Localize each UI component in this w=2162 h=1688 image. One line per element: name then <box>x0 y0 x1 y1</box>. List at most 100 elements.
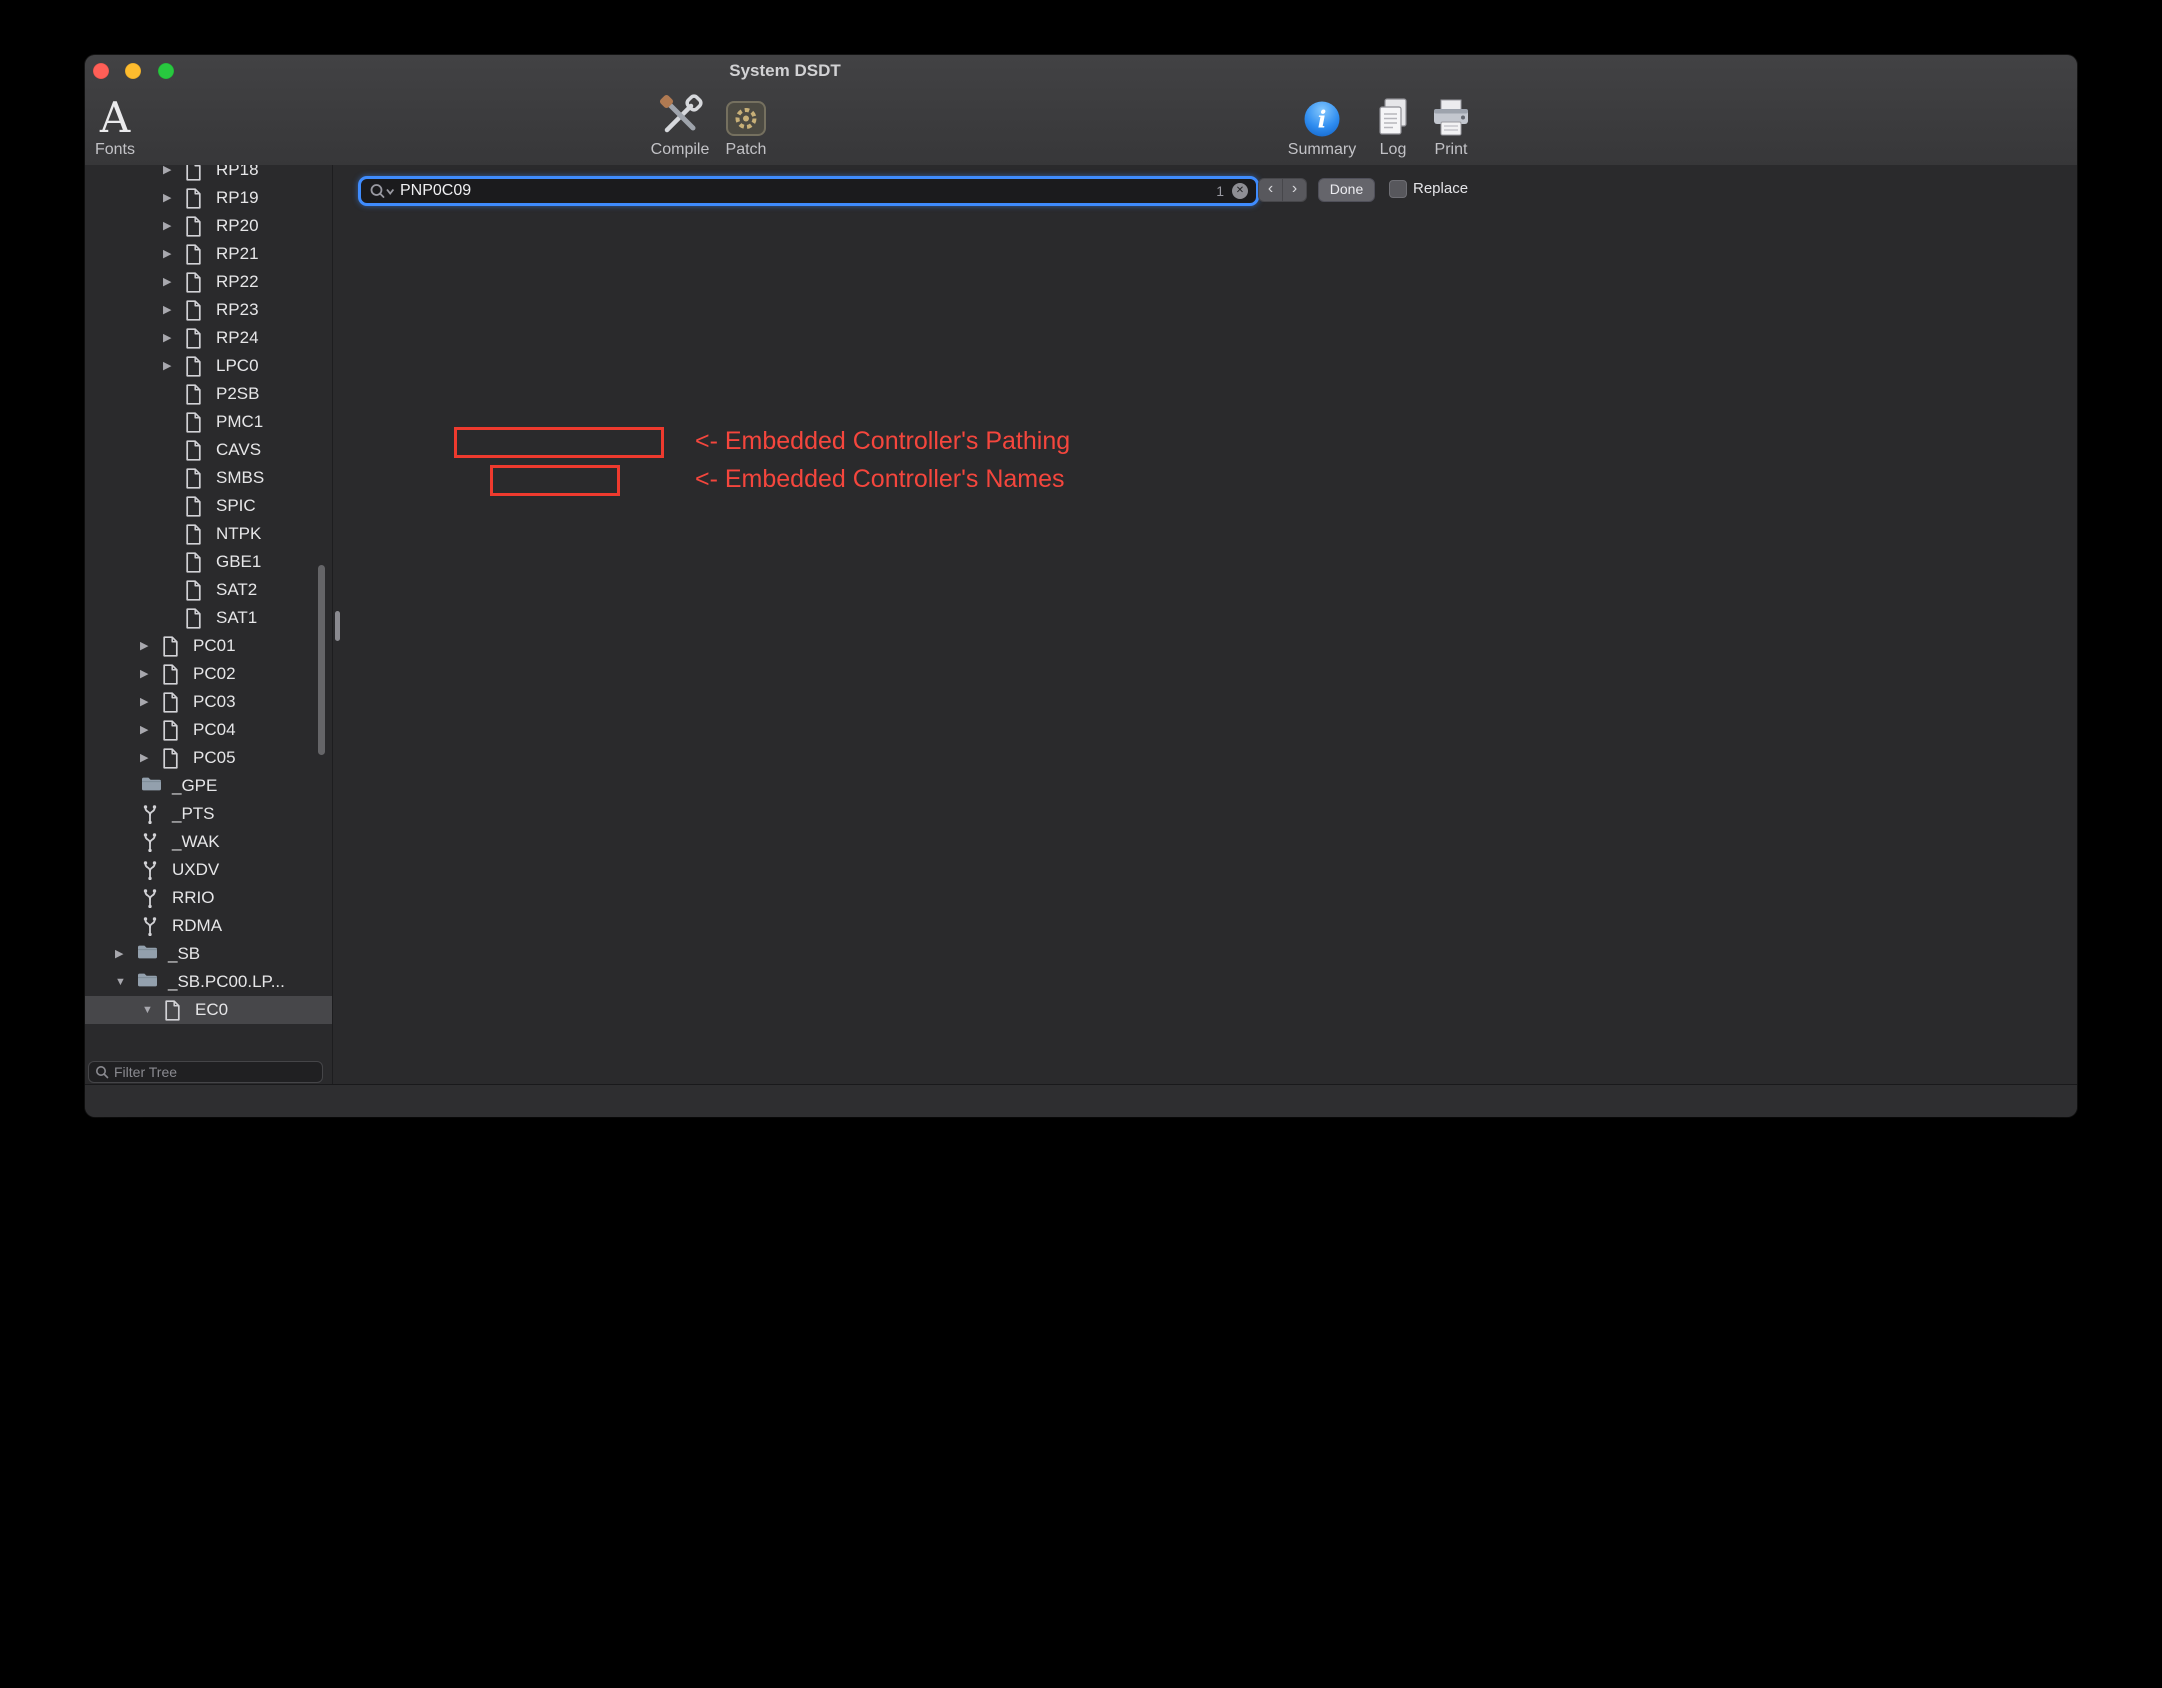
patch-button[interactable]: Patch <box>708 90 784 159</box>
app-window: System DSDT A Fonts Compile Patch i Summary Lo… <box>85 55 2077 1117</box>
method-icon <box>141 804 159 825</box>
sidebar-item-_gpe[interactable]: _GPE <box>85 772 332 800</box>
expand-triangle-icon[interactable]: ▶ <box>140 716 148 744</box>
sidebar-item-label: SAT2 <box>216 580 258 599</box>
expand-triangle-icon[interactable]: ▶ <box>115 940 123 968</box>
split-view-handle[interactable] <box>335 611 340 641</box>
sidebar-item-smbs[interactable]: SMBS <box>85 464 332 492</box>
sidebar-item-rp20[interactable]: ▶ RP20 <box>85 212 332 240</box>
expand-triangle-icon[interactable]: ▶ <box>163 268 171 296</box>
toolbar: A Fonts Compile Patch i Summary Log Print <box>85 88 2077 165</box>
expand-triangle-icon[interactable]: ▶ <box>163 324 171 352</box>
expand-triangle-icon[interactable]: ▶ <box>163 212 171 240</box>
sidebar-item-_wak[interactable]: _WAK <box>85 828 332 856</box>
sidebar-item-rp24[interactable]: ▶ RP24 <box>85 324 332 352</box>
summary-button[interactable]: i Summary <box>1284 90 1360 159</box>
compile-icon <box>642 90 718 140</box>
sidebar-item-cavs[interactable]: CAVS <box>85 436 332 464</box>
collapse-triangle-icon[interactable]: ▼ <box>115 968 126 996</box>
expand-triangle-icon[interactable]: ▶ <box>140 744 148 772</box>
sidebar-item-gbe1[interactable]: GBE1 <box>85 548 332 576</box>
code-editor[interactable]: <- Embedded Controller's Pathing <- Embe… <box>333 165 2077 1085</box>
doc-icon <box>185 300 202 321</box>
replace-checkbox[interactable] <box>1389 180 1407 198</box>
doc-icon <box>185 580 202 601</box>
sidebar-item-rrio[interactable]: RRIO <box>85 884 332 912</box>
doc-icon <box>185 440 202 461</box>
expand-triangle-icon[interactable]: ▶ <box>163 296 171 324</box>
sidebar-item-spic[interactable]: SPIC <box>85 492 332 520</box>
sidebar-item-rp21[interactable]: ▶ RP21 <box>85 240 332 268</box>
sidebar-item-sat1[interactable]: SAT1 <box>85 604 332 632</box>
close-button[interactable] <box>93 63 109 79</box>
annotation-box-scope <box>454 427 664 458</box>
sidebar-item-pc03[interactable]: ▶ PC03 <box>85 688 332 716</box>
expand-triangle-icon[interactable]: ▶ <box>140 660 148 688</box>
sidebar-item-label: EC0 <box>195 1000 229 1019</box>
sidebar-item-pc01[interactable]: ▶ PC01 <box>85 632 332 660</box>
sidebar-item-pc02[interactable]: ▶ PC02 <box>85 660 332 688</box>
find-next-button[interactable]: › <box>1283 178 1307 202</box>
sidebar-item-uxdv[interactable]: UXDV <box>85 856 332 884</box>
sidebar-item-_sb-pc00-lp-[interactable]: ▼ _SB.PC00.LP... <box>85 968 332 996</box>
sidebar-item-label: RRIO <box>172 888 215 907</box>
expand-triangle-icon[interactable]: ▶ <box>163 165 171 184</box>
window-title: System DSDT <box>729 61 841 80</box>
sidebar-item-rp19[interactable]: ▶ RP19 <box>85 184 332 212</box>
sidebar-item-rp18[interactable]: ▶ RP18 <box>85 165 332 184</box>
sidebar-item-_pts[interactable]: _PTS <box>85 800 332 828</box>
code-area[interactable] <box>333 165 2077 1085</box>
doc-icon <box>185 328 202 349</box>
expand-triangle-icon[interactable]: ▶ <box>140 688 148 716</box>
expand-triangle-icon[interactable]: ▶ <box>140 632 148 660</box>
sidebar-item-ntpk[interactable]: NTPK <box>85 520 332 548</box>
expand-triangle-icon[interactable]: ▶ <box>163 352 171 380</box>
sidebar-item-label: RDMA <box>172 916 223 935</box>
traffic-lights <box>93 63 186 79</box>
search-icon[interactable] <box>369 183 395 199</box>
sidebar-item-rp22[interactable]: ▶ RP22 <box>85 268 332 296</box>
search-field[interactable]: PNP0C09 1 ✕ <box>358 176 1259 206</box>
expand-triangle-icon[interactable]: ▶ <box>163 184 171 212</box>
sidebar-item-pmc1[interactable]: PMC1 <box>85 408 332 436</box>
sidebar-item-rdma[interactable]: RDMA <box>85 912 332 940</box>
sidebar-item-pc05[interactable]: ▶ PC05 <box>85 744 332 772</box>
sidebar-item-label: RP19 <box>216 188 259 207</box>
split-divider[interactable] <box>332 165 333 1085</box>
expand-triangle-icon[interactable]: ▶ <box>163 240 171 268</box>
sidebar-item-label: NTPK <box>216 524 262 543</box>
filter-tree-field[interactable]: Filter Tree <box>88 1061 323 1083</box>
sidebar-item-lpc0[interactable]: ▶ LPC0 <box>85 352 332 380</box>
sidebar-item-_sb[interactable]: ▶ _SB <box>85 940 332 968</box>
minimize-button[interactable] <box>125 63 142 79</box>
doc-icon <box>164 1000 181 1021</box>
method-icon <box>141 916 159 937</box>
done-button[interactable]: Done <box>1318 178 1375 202</box>
zoom-button[interactable] <box>157 63 174 79</box>
replace-label: Replace <box>1413 180 1469 197</box>
sidebar-item-label: SAT1 <box>216 608 258 627</box>
sidebar-item-p2sb[interactable]: P2SB <box>85 380 332 408</box>
sidebar-item-sat2[interactable]: SAT2 <box>85 576 332 604</box>
clear-search-icon[interactable]: ✕ <box>1232 183 1248 199</box>
sidebar-tree[interactable]: Filter Tree ▶ RP18 ▶ RP19 ▶ RP20 ▶ RP21 ▶ RP22 ▶ RP… <box>85 165 332 1085</box>
sidebar-item-label: RP24 <box>216 328 259 347</box>
method-icon <box>141 888 159 909</box>
sidebar-item-label: LPC0 <box>216 356 259 375</box>
find-previous-button[interactable]: ‹ <box>1258 178 1283 202</box>
sidebar-item-rp23[interactable]: ▶ RP23 <box>85 296 332 324</box>
sidebar-item-label: PC04 <box>193 720 236 739</box>
sidebar-item-pc04[interactable]: ▶ PC04 <box>85 716 332 744</box>
compile-button[interactable]: Compile <box>642 90 718 159</box>
filter-search-icon <box>96 1066 109 1079</box>
fonts-button[interactable]: A Fonts <box>85 90 153 159</box>
print-button[interactable]: Print <box>1413 90 1489 159</box>
search-input[interactable]: PNP0C09 <box>400 182 1216 200</box>
sidebar-item-label: SPIC <box>216 496 256 515</box>
sidebar-item-ec0[interactable]: ▼ EC0 <box>85 996 332 1024</box>
collapse-triangle-icon[interactable]: ▼ <box>142 996 153 1024</box>
sidebar-item-label: P2SB <box>216 384 260 403</box>
annotation-text-names: <- Embedded Controller's Names <box>695 465 1065 493</box>
doc-icon <box>162 720 179 741</box>
doc-icon <box>162 636 179 657</box>
